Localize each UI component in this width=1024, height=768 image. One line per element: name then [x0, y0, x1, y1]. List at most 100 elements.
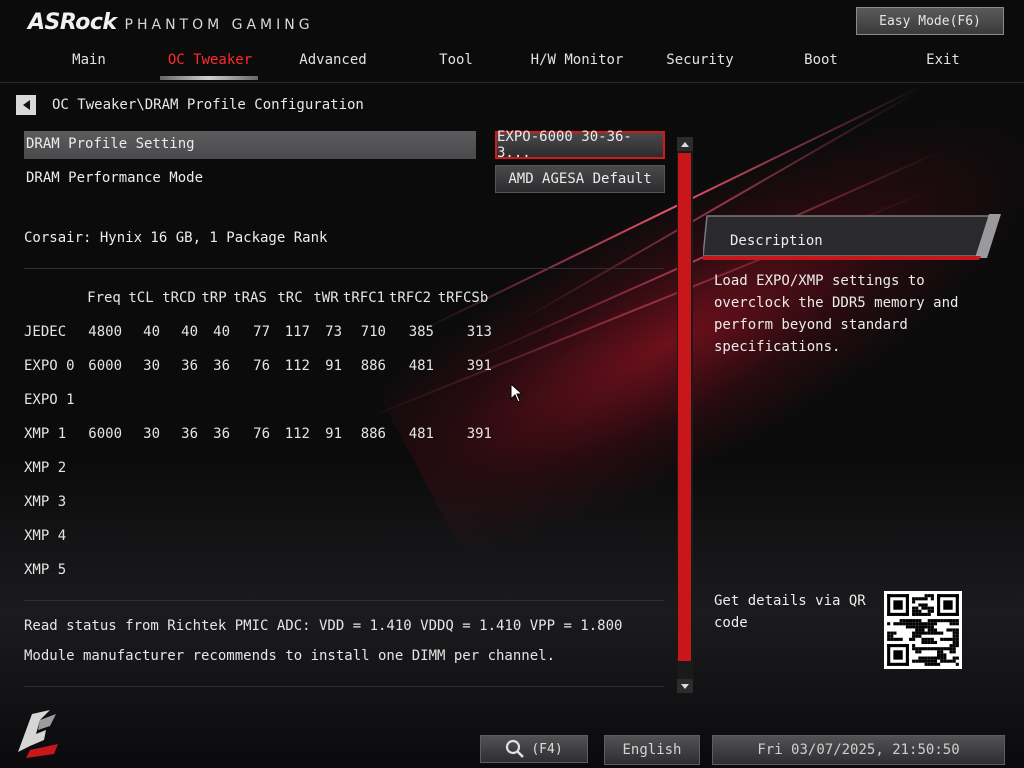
timings-table: Freq tCL tRCD tRP tRAS tRC tWR tRFC1 tRFC2 tRFCSb… [24, 281, 492, 587]
dram-profile-setting-label[interactable]: DRAM Profile Setting [26, 136, 195, 152]
timing-value-cell [270, 553, 310, 587]
timing-value-cell [270, 383, 310, 417]
description-header: Description [703, 214, 1001, 260]
date-time: Fri 03/07/2025, 21:50:50 [712, 735, 1005, 765]
timing-value-cell [342, 383, 386, 417]
scrollbar-thumb[interactable] [678, 153, 691, 661]
timing-value-cell [434, 451, 492, 485]
dram-performance-mode-label[interactable]: DRAM Performance Mode [26, 170, 203, 186]
divider [24, 686, 664, 687]
timing-value-cell [342, 485, 386, 519]
divider [24, 268, 664, 269]
timing-value-cell [86, 451, 122, 485]
timing-value-cell: 385 [408, 324, 434, 340]
timing-value-cell: 112 [284, 426, 310, 442]
dram-profile-setting-value[interactable]: EXPO-6000 30-36-3... [495, 129, 665, 161]
timing-value-cell [122, 451, 160, 485]
phantom-gaming-logo-icon [18, 710, 58, 758]
timing-value-cell: 36 [213, 358, 230, 374]
timing-value-cell [230, 485, 270, 519]
timing-value-cell: 76 [253, 358, 270, 374]
tab-tool[interactable]: Tool [401, 52, 511, 68]
timing-value-cell [86, 519, 122, 553]
tab-main[interactable]: Main [34, 52, 144, 68]
easy-mode-button[interactable]: Easy Mode(F6) [856, 7, 1004, 35]
timing-value-cell: 481 [408, 358, 434, 374]
timing-value-cell: 76 [253, 426, 270, 442]
timing-value-cell [198, 553, 230, 587]
brand-name: ASRock [28, 10, 117, 35]
timing-value-cell [310, 519, 342, 553]
timing-value-cell: 36 [181, 358, 198, 374]
scrollbar[interactable] [677, 137, 693, 693]
timing-value-cell: 481 [408, 426, 434, 442]
timing-value-cell [122, 485, 160, 519]
tab-advanced[interactable]: Advanced [278, 52, 388, 68]
timings-row: XMP 2 [24, 451, 492, 485]
timings-row: EXPO 0 6000 30 36 36 76 112 91 886 481 391 [24, 349, 492, 383]
timing-value-cell [160, 553, 198, 587]
timing-value-cell [230, 383, 270, 417]
timing-value-cell: 6000 [88, 358, 122, 374]
profile-name-cell: XMP 1 [24, 426, 67, 442]
scroll-down-button[interactable] [677, 679, 693, 693]
timings-header-cell [24, 281, 86, 315]
timing-value-cell [160, 485, 198, 519]
timings-row: XMP 1 6000 30 36 36 76 112 91 886 481 391 [24, 417, 492, 451]
timings-row: XMP 5 [24, 553, 492, 587]
timing-value-cell: 391 [466, 358, 492, 374]
timing-value-cell [198, 383, 230, 417]
timing-value-cell: 91 [325, 358, 342, 374]
timings-row: JEDEC 4800 40 40 40 77 117 73 710 385 313 [24, 315, 492, 349]
description-title: Description [730, 233, 823, 249]
timing-value-cell [160, 383, 198, 417]
timing-value-cell [270, 485, 310, 519]
active-tab-indicator [160, 76, 258, 80]
timing-value-cell: 36 [181, 426, 198, 442]
timing-value-cell: 117 [284, 324, 310, 340]
dimm-recommendation-line: Module manufacturer recommends to instal… [24, 648, 556, 664]
timing-value-cell [230, 553, 270, 587]
tab-oc-tweaker[interactable]: OC Tweaker [155, 52, 265, 68]
back-button[interactable] [16, 95, 36, 115]
search-button[interactable]: (F4) [480, 735, 588, 763]
tab-boot[interactable]: Boot [766, 52, 876, 68]
timing-value-cell [310, 451, 342, 485]
arrow-up-icon [681, 141, 689, 147]
arrow-down-icon [681, 683, 689, 689]
tab-security[interactable]: Security [645, 52, 755, 68]
timing-value-cell: 40 [181, 324, 198, 340]
timing-value-cell [86, 383, 122, 417]
description-text: Load EXPO/XMP settings to overclock the … [714, 273, 959, 355]
timings-header-cell: tRC [277, 290, 303, 306]
breadcrumb-path: OC Tweaker\DRAM Profile Configuration [52, 97, 364, 113]
timing-value-cell [270, 519, 310, 553]
language-selector[interactable]: English [604, 735, 700, 765]
profile-name-cell: XMP 3 [24, 494, 67, 510]
brand-tagline: PHANTOM GAMING [124, 17, 314, 33]
timing-value-cell [386, 519, 434, 553]
profile-name-cell: XMP 2 [24, 460, 67, 476]
search-shortcut: (F4) [531, 741, 563, 757]
search-icon [506, 739, 525, 758]
timing-value-cell [386, 485, 434, 519]
timings-header-cell: tRFCSb [437, 290, 489, 306]
pmic-status-line: Read status from Richtek PMIC ADC: VDD =… [24, 618, 623, 634]
timing-value-cell [310, 553, 342, 587]
timing-value-cell [434, 485, 492, 519]
timing-value-cell [386, 383, 434, 417]
tab-exit[interactable]: Exit [888, 52, 998, 68]
timing-value-cell: 36 [213, 426, 230, 442]
timing-value-cell: 112 [284, 358, 310, 374]
timing-value-cell [310, 383, 342, 417]
timing-value-cell [230, 519, 270, 553]
timing-value-cell [434, 383, 492, 417]
module-info: Corsair: Hynix 16 GB, 1 Package Rank [24, 230, 328, 246]
timing-value-cell [86, 485, 122, 519]
timing-value-cell [122, 553, 160, 587]
dram-performance-mode-value[interactable]: AMD AGESA Default [495, 165, 665, 193]
tab-hw-monitor[interactable]: H/W Monitor [522, 52, 632, 68]
timings-header-cell: Freq [87, 290, 121, 306]
timing-value-cell: 313 [466, 324, 492, 340]
scroll-up-button[interactable] [677, 137, 693, 151]
